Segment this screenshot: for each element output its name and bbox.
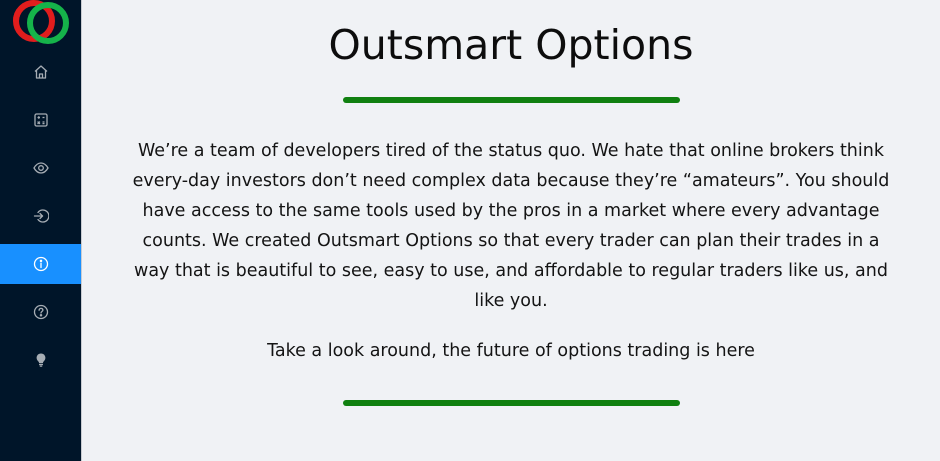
lightbulb-icon (33, 352, 49, 368)
home-icon (33, 64, 49, 80)
nav-item-tips[interactable] (0, 340, 81, 380)
eye-icon (32, 160, 49, 176)
bottom-divider (343, 400, 680, 406)
info-icon (33, 256, 49, 272)
nav-item-login[interactable] (0, 196, 81, 236)
nav-item-about[interactable] (0, 244, 81, 284)
about-description: We’re a team of developers tired of the … (132, 141, 890, 311)
question-icon (33, 304, 49, 320)
nav-item-home[interactable] (0, 52, 81, 92)
login-icon (33, 208, 49, 224)
nav-item-help[interactable] (0, 292, 81, 332)
title-divider (343, 97, 680, 103)
page-title: Outsmart Options (328, 21, 694, 69)
sidebar (0, 0, 82, 461)
calculator-icon (33, 112, 49, 128)
nav-item-watch[interactable] (0, 148, 81, 188)
tagline: Take a look around, the future of option… (267, 341, 755, 361)
nav-item-calculator[interactable] (0, 100, 81, 140)
outsmart-options-logo[interactable] (11, 0, 71, 48)
main-content: Outsmart Options We’re a team of develop… (82, 0, 940, 461)
